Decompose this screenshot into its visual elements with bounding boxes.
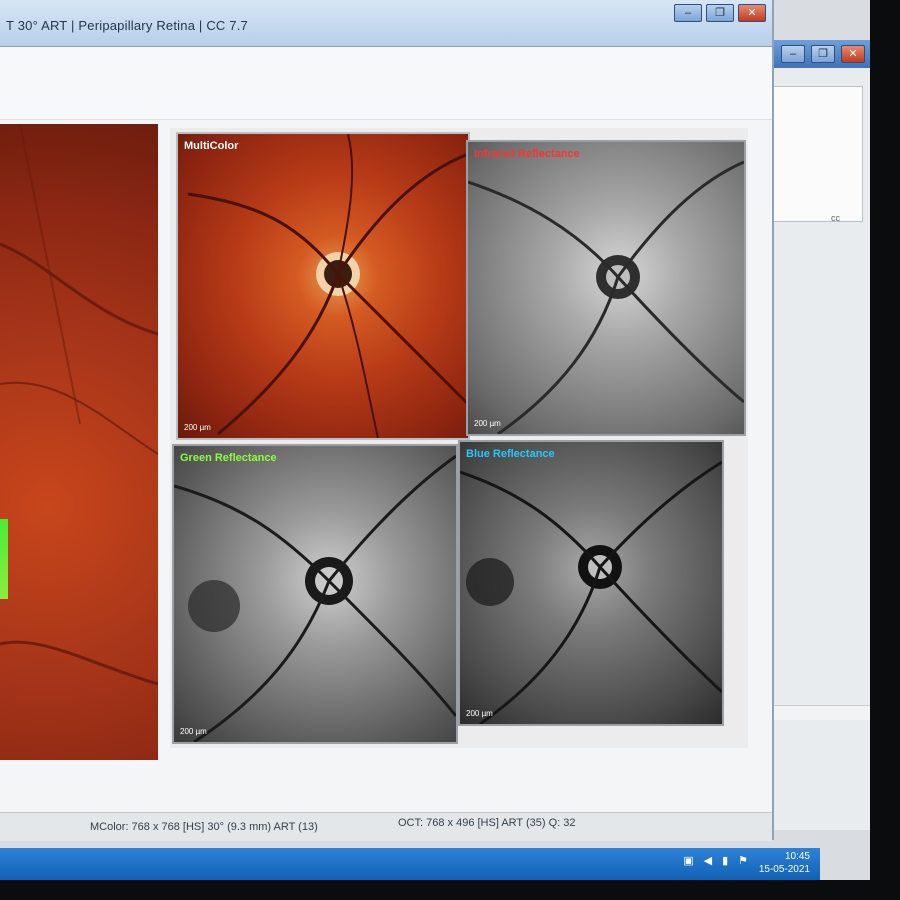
volume-icon[interactable]: ◀ bbox=[704, 854, 712, 867]
multicolor-vessels bbox=[187, 134, 468, 438]
scale-bar-label: 200 µm bbox=[184, 423, 211, 432]
blue-vessels bbox=[460, 460, 722, 724]
status-right-text: OCT: 768 x 496 [HS] ART (35) Q: 32 bbox=[398, 817, 576, 829]
taskbar[interactable]: ▣ ◀ ▮ ⚑ 10:45 15-05-2021 bbox=[0, 848, 820, 880]
tile-blue-reflectance[interactable]: Blue Reflectance 200 µm bbox=[458, 440, 724, 726]
background-window-controls: ‒ ❐ ✕ bbox=[781, 45, 865, 63]
scale-bar-label: 200 µm bbox=[466, 709, 493, 718]
close-button[interactable]: ✕ bbox=[738, 4, 766, 22]
infrared-vessels bbox=[468, 160, 744, 434]
status-bar: MColor: 768 x 768 [HS] 30° (9.3 mm) ART … bbox=[0, 812, 772, 841]
minimize-button[interactable]: ‒ bbox=[781, 45, 805, 63]
background-window-titlebar: ‒ ❐ ✕ bbox=[761, 40, 870, 68]
tile-label: Blue Reflectance bbox=[466, 448, 555, 460]
tile-label: Green Reflectance bbox=[180, 452, 277, 464]
background-tiny-label: cc bbox=[831, 213, 840, 223]
tile-infrared[interactable]: Infrared Reflectance 200 µm bbox=[466, 140, 746, 436]
toolbar-area bbox=[0, 47, 772, 120]
large-fundus-image[interactable] bbox=[0, 124, 158, 760]
background-panel: cc bbox=[769, 86, 863, 223]
network-icon[interactable]: ▣ bbox=[683, 854, 693, 867]
tile-green-reflectance[interactable]: Green Reflectance 200 µm bbox=[172, 444, 458, 744]
main-window-controls: ‒ ❐ ✕ bbox=[674, 4, 766, 22]
tile-label: MultiColor bbox=[184, 140, 239, 152]
scale-bar-label: 200 µm bbox=[180, 727, 207, 736]
clock-time: 10:45 bbox=[784, 851, 810, 862]
clock[interactable]: 10:45 15-05-2021 bbox=[759, 850, 810, 876]
main-window-titlebar[interactable]: T 30° ART | Peripapillary Retina | CC 7.… bbox=[0, 0, 772, 47]
system-tray[interactable]: ▣ ◀ ▮ ⚑ bbox=[683, 854, 748, 867]
status-left-text: MColor: 768 x 768 [HS] 30° (9.3 mm) ART … bbox=[90, 821, 318, 833]
main-window[interactable]: T 30° ART | Peripapillary Retina | CC 7.… bbox=[0, 0, 774, 841]
flag-icon[interactable]: ⚑ bbox=[738, 854, 748, 867]
background-table-strip bbox=[772, 705, 870, 720]
minimize-button[interactable]: ‒ bbox=[674, 4, 702, 22]
clock-date: 15-05-2021 bbox=[758, 864, 810, 875]
monitor-screen: ‒ ❐ ✕ cc T 30° ART | Peripapillary Retin… bbox=[0, 0, 870, 880]
scale-bar-label: 200 µm bbox=[474, 419, 501, 428]
maximize-button[interactable]: ❐ bbox=[811, 45, 835, 63]
green-scan-marker bbox=[0, 519, 8, 599]
tile-multicolor[interactable]: MultiColor 200 µm bbox=[176, 132, 470, 440]
tile-label: Infrared Reflectance bbox=[474, 148, 580, 160]
monitor-bezel-bottom bbox=[0, 880, 900, 900]
large-fundus-vessels bbox=[0, 124, 158, 686]
close-button[interactable]: ✕ bbox=[841, 45, 865, 63]
window-title: T 30° ART | Peripapillary Retina | CC 7.… bbox=[6, 18, 248, 33]
monitor-bezel-right bbox=[870, 0, 900, 900]
maximize-button[interactable]: ❐ bbox=[706, 4, 734, 22]
green-vessels bbox=[174, 454, 456, 742]
battery-icon[interactable]: ▮ bbox=[722, 854, 728, 867]
